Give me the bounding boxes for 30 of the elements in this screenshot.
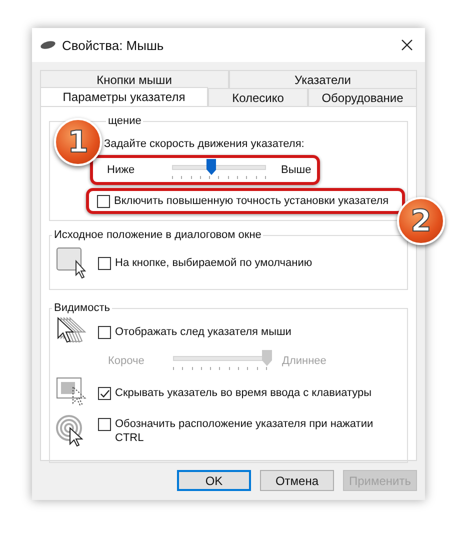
checkbox[interactable] bbox=[98, 257, 111, 270]
slider-max-label: Выше bbox=[281, 164, 312, 176]
speed-label: Задайте скорость движения указателя: bbox=[104, 138, 304, 150]
slider-max-label: Длиннее bbox=[282, 355, 326, 367]
checkbox[interactable] bbox=[98, 418, 111, 431]
tab[interactable]: Параметры указателя bbox=[40, 87, 208, 106]
close-icon[interactable] bbox=[401, 39, 413, 51]
checkbox-label[interactable]: Отображать след указателя мыши bbox=[115, 325, 292, 339]
slider-thumb[interactable] bbox=[206, 159, 216, 175]
mouse-icon bbox=[40, 40, 56, 50]
slider-min-label: Короче bbox=[108, 355, 146, 367]
group-title: Исходное положение в диалоговом окне bbox=[53, 229, 262, 241]
tab[interactable]: Оборудование bbox=[308, 88, 417, 106]
group-title: Видимость bbox=[53, 302, 111, 314]
tab[interactable]: Кнопки мыши bbox=[40, 70, 228, 88]
checkbox[interactable] bbox=[97, 195, 110, 208]
checkbox[interactable] bbox=[98, 387, 111, 400]
checkbox-label[interactable]: Включить повышенную точность установки указателя bbox=[114, 194, 389, 208]
callout-badge: 2 bbox=[397, 197, 445, 245]
dialog-button[interactable]: OK bbox=[177, 470, 251, 491]
checkbox-label[interactable]: Обозначить расположение указателя при нажатии CTRL bbox=[115, 417, 401, 445]
dialog-button[interactable]: Отмена bbox=[260, 470, 334, 491]
window-title: Свойства: Мышь bbox=[62, 38, 165, 52]
tab[interactable]: Указатели bbox=[228, 70, 417, 88]
checkbox-label[interactable]: На кнопке, выбираемой по умолчанию bbox=[115, 256, 312, 270]
group-title: щение bbox=[107, 115, 142, 127]
checkbox[interactable] bbox=[98, 326, 111, 339]
slider-min-label: Ниже bbox=[107, 164, 136, 176]
tab[interactable]: Колесико bbox=[208, 88, 308, 106]
checkbox-label[interactable]: Скрывать указатель во время ввода с клавиатуры bbox=[115, 386, 372, 400]
